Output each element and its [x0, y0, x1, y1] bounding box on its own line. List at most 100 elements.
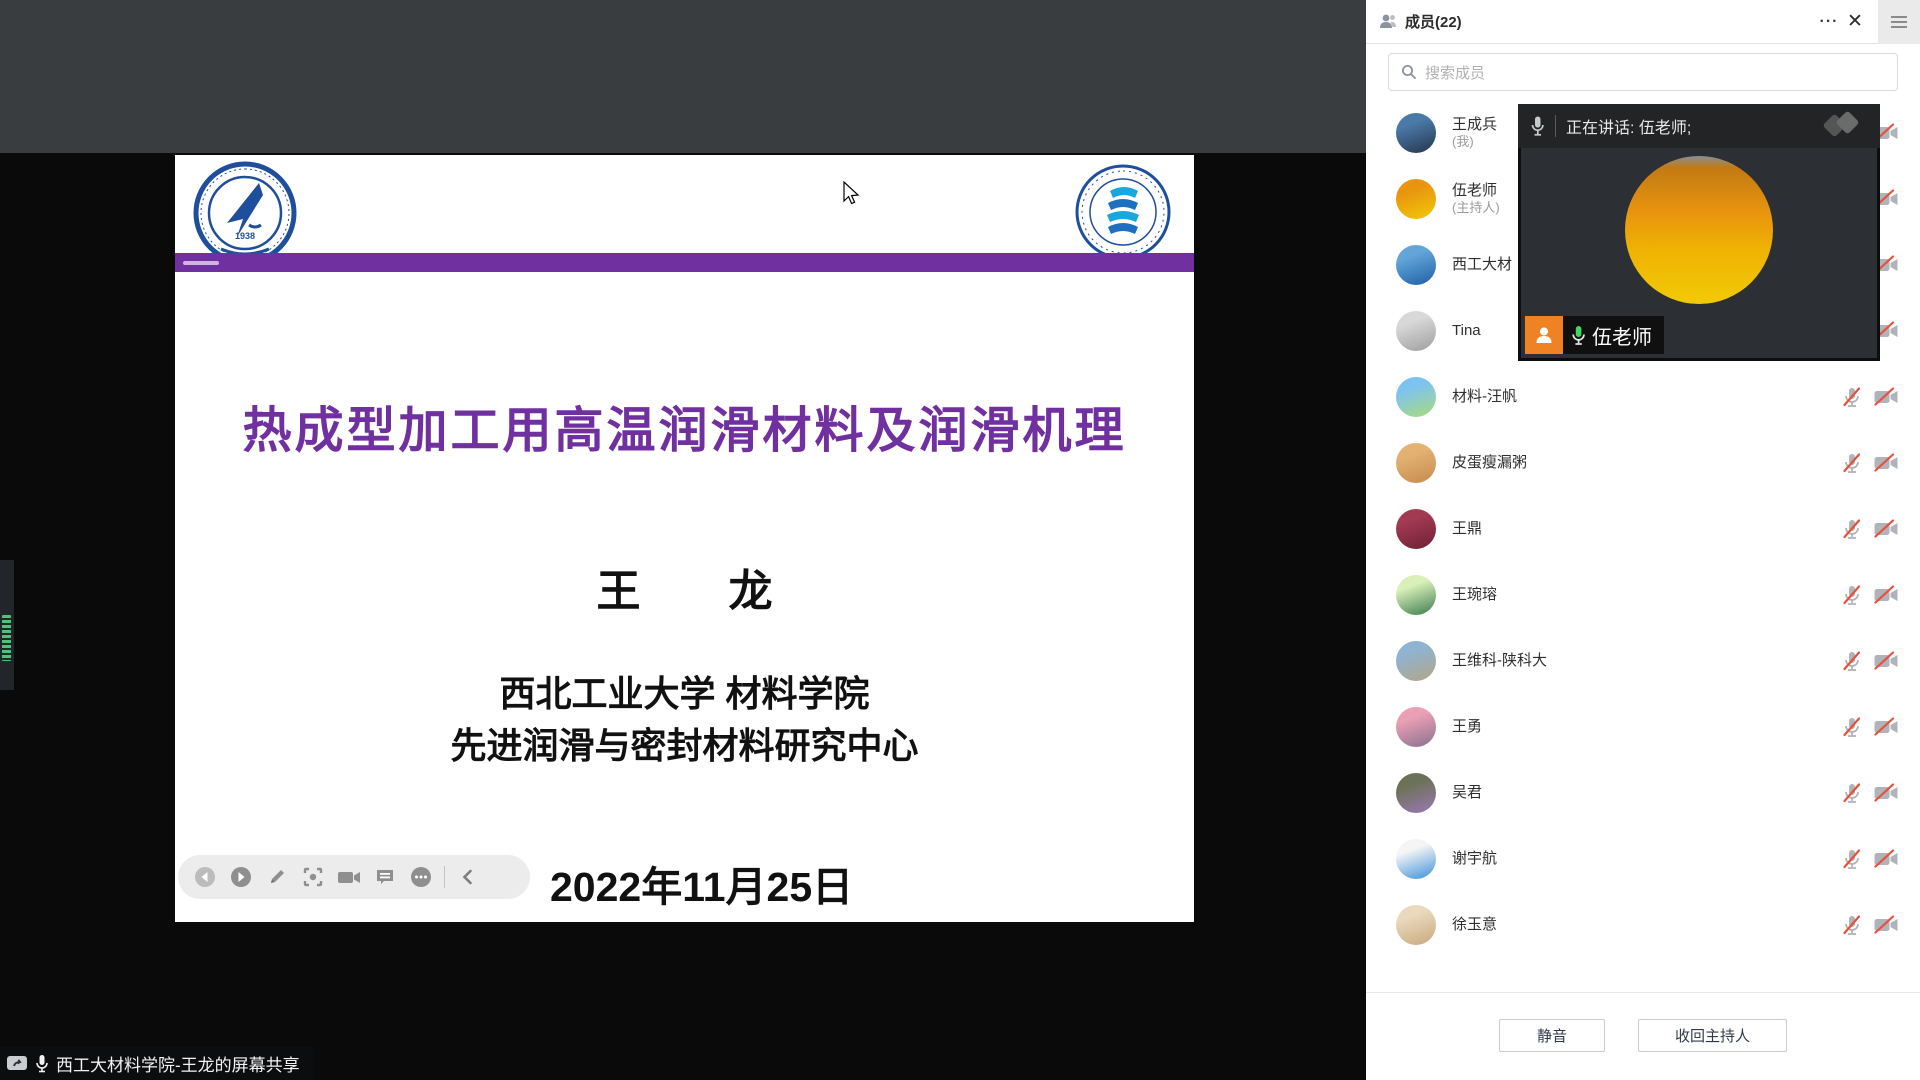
mic-muted-icon[interactable] [1842, 584, 1862, 606]
slide-affiliation-line2: 先进润滑与密封材料研究中心 [175, 717, 1194, 769]
members-panel-header: 成员(22) ··· ✕ [1366, 0, 1920, 44]
member-row[interactable]: 材料-汪帆 [1366, 364, 1920, 430]
laser-focus-icon[interactable] [300, 864, 326, 890]
speaker-name: 伍老师 [1592, 321, 1652, 350]
mouse-cursor [843, 181, 861, 207]
speaking-status-text: 正在讲话: 伍老师; [1566, 114, 1812, 138]
next-slide-icon[interactable] [228, 864, 254, 890]
slide-affiliation-line1: 西北工业大学 材料学院 [175, 665, 1194, 717]
members-icon [1378, 12, 1398, 32]
member-role-suffix: (主持人) [1452, 200, 1500, 216]
npu-logo-icon: 1938 [193, 161, 297, 265]
slide-date: 2022年11月25日 [550, 853, 853, 913]
more-icon[interactable] [408, 864, 434, 890]
camera-off-icon[interactable] [1873, 717, 1899, 737]
panel-close-icon[interactable]: ✕ [1842, 9, 1868, 35]
comment-icon[interactable] [372, 864, 398, 890]
sust-logo-icon [1074, 163, 1172, 261]
member-row[interactable]: 王琬瑢 [1366, 562, 1920, 628]
mic-muted-icon[interactable] [1842, 650, 1862, 672]
camera-off-icon[interactable] [1873, 849, 1899, 869]
share-indicator-bar: 西工大材料学院-王龙的屏幕共享 [0, 1047, 314, 1080]
members-panel-title: 成员(22) [1405, 11, 1462, 32]
audio-level-indicator [2, 615, 11, 661]
slide-accent-band [175, 253, 1194, 272]
speaker-video-area: 伍老师 [1518, 148, 1880, 361]
member-row[interactable]: 徐玉意 [1366, 892, 1920, 958]
member-row[interactable]: 谢宇航 [1366, 826, 1920, 892]
member-name: 材料-汪帆 [1452, 388, 1517, 407]
hamburger-icon[interactable] [1878, 0, 1920, 44]
mic-muted-icon[interactable] [1842, 452, 1862, 474]
member-avatar [1396, 707, 1436, 747]
mic-muted-icon[interactable] [1842, 518, 1862, 540]
screen-share-stage: 1938 热成型加工用高温润滑材料及润滑机理 王 龙 西北工业大学 材料学院 先… [0, 0, 1366, 1080]
member-name: 伍老师 [1452, 182, 1500, 201]
member-avatar [1396, 443, 1436, 483]
slide-author: 王 龙 [175, 555, 1194, 619]
mic-muted-icon[interactable] [1842, 716, 1862, 738]
meeting-logo-icon [1822, 113, 1868, 139]
speaker-video-overlay[interactable]: 正在讲话: 伍老师; 伍老师 [1518, 104, 1880, 361]
speaker-name-tag: 伍老师 [1525, 316, 1664, 354]
presentation-slide: 1938 热成型加工用高温润滑材料及润滑机理 王 龙 西北工业大学 材料学院 先… [175, 155, 1194, 922]
reclaim-host-button[interactable]: 收回主持人 [1638, 1019, 1787, 1052]
member-name: 徐玉意 [1452, 916, 1497, 935]
overlay-header-divider [1555, 115, 1556, 137]
profile-person-icon [1525, 316, 1563, 354]
member-avatar [1396, 377, 1436, 417]
member-avatar [1396, 113, 1436, 153]
share-indicator-label: 西工大材料学院-王龙的屏幕共享 [56, 1051, 300, 1076]
camera-off-icon[interactable] [1873, 783, 1899, 803]
member-avatar [1396, 905, 1436, 945]
member-avatar [1396, 179, 1436, 219]
slide-accent-dash [183, 261, 219, 265]
screen-share-icon [6, 1054, 28, 1074]
member-avatar [1396, 311, 1436, 351]
camera-off-icon[interactable] [1873, 585, 1899, 605]
camera-off-icon[interactable] [1873, 651, 1899, 671]
member-row[interactable]: 王维科-陕科大 [1366, 628, 1920, 694]
mic-muted-icon[interactable] [1842, 386, 1862, 408]
collapse-chevron-icon[interactable] [455, 864, 481, 890]
member-name: 皮蛋瘦漏粥 [1452, 454, 1527, 473]
stage-top-band [0, 0, 1366, 153]
camera-off-icon[interactable] [1873, 519, 1899, 539]
member-name: Tina [1452, 322, 1481, 341]
member-row[interactable]: 皮蛋瘦漏粥 [1366, 430, 1920, 496]
svg-text:1938: 1938 [235, 231, 255, 241]
left-edge-strip [0, 560, 14, 690]
mic-muted-icon[interactable] [1842, 782, 1862, 804]
member-name: 王鼎 [1452, 520, 1482, 539]
mic-active-icon [1571, 325, 1586, 346]
search-icon [1401, 64, 1417, 80]
speaker-avatar [1625, 156, 1773, 304]
member-avatar [1396, 839, 1436, 879]
member-row[interactable]: 吴君 [1366, 760, 1920, 826]
member-row[interactable]: 王勇 [1366, 694, 1920, 760]
member-search-input[interactable]: 搜索成员 [1388, 53, 1898, 91]
slide-title: 热成型加工用高温润滑材料及润滑机理 [175, 391, 1194, 462]
member-name: 王成兵 [1452, 116, 1497, 135]
member-name: 王勇 [1452, 718, 1482, 737]
camera-off-icon[interactable] [1873, 387, 1899, 407]
speaker-overlay-header: 正在讲话: 伍老师; [1518, 104, 1880, 148]
mic-on-icon [35, 1054, 49, 1074]
member-row[interactable]: 王鼎 [1366, 496, 1920, 562]
mute-button[interactable]: 静音 [1499, 1019, 1605, 1052]
prev-slide-icon[interactable] [192, 864, 218, 890]
camera-off-icon[interactable] [1873, 453, 1899, 473]
member-name: 吴君 [1452, 784, 1482, 803]
member-avatar [1396, 575, 1436, 615]
member-avatar [1396, 641, 1436, 681]
toolbar-divider [444, 866, 445, 888]
camera-off-icon[interactable] [1873, 915, 1899, 935]
mic-muted-icon[interactable] [1842, 914, 1862, 936]
camera-record-icon[interactable] [336, 864, 362, 890]
pencil-icon[interactable] [264, 864, 290, 890]
mic-muted-icon[interactable] [1842, 848, 1862, 870]
search-placeholder: 搜索成员 [1425, 62, 1485, 83]
member-avatar [1396, 245, 1436, 285]
member-name: 谢宇航 [1452, 850, 1497, 869]
panel-more-icon[interactable]: ··· [1816, 9, 1842, 35]
